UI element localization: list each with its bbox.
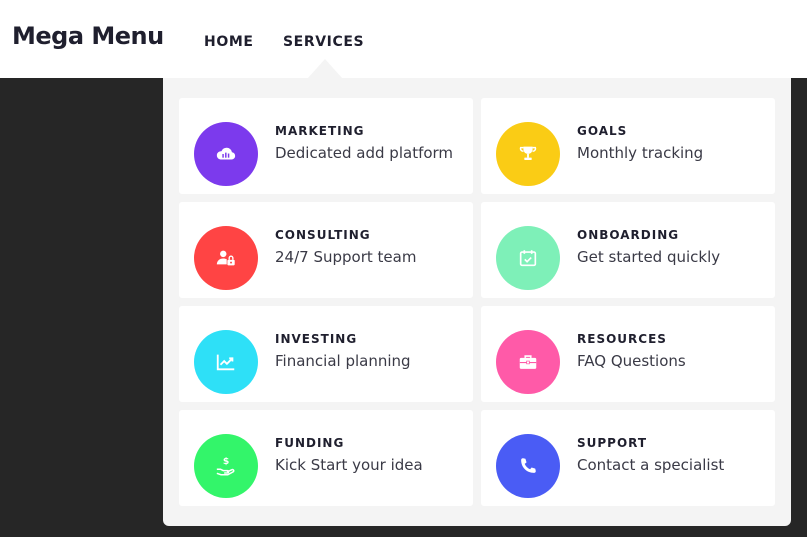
dropdown-caret xyxy=(308,59,342,78)
menu-item-marketing[interactable]: MARKETING Dedicated add platform xyxy=(179,98,473,194)
menu-item-resources[interactable]: RESOURCES FAQ Questions xyxy=(481,306,775,402)
menu-item-icon-bg xyxy=(194,330,258,394)
menu-item-title: FUNDING xyxy=(275,436,345,450)
menu-item-description: Dedicated add platform xyxy=(275,144,454,162)
menu-item-onboarding[interactable]: ONBOARDING Get started quickly xyxy=(481,202,775,298)
menu-item-title: INVESTING xyxy=(275,332,358,346)
svg-text:$: $ xyxy=(223,456,229,467)
menu-item-description: Financial planning xyxy=(275,352,411,370)
calendar-check-icon xyxy=(519,250,537,267)
menu-item-description: Kick Start your idea xyxy=(275,456,423,474)
menu-item-goals[interactable]: GOALS Monthly tracking xyxy=(481,98,775,194)
menu-item-icon-bg xyxy=(194,122,258,186)
menu-item-title: GOALS xyxy=(577,124,628,138)
menu-item-icon-bg xyxy=(496,122,560,186)
menu-item-investing[interactable]: INVESTING Financial planning xyxy=(179,306,473,402)
cloud-chart-icon xyxy=(216,147,236,160)
services-mega-menu: MARKETING Dedicated add platform GOALS M… xyxy=(163,78,791,526)
menu-item-icon-bg: $ xyxy=(194,434,258,498)
menu-item-description: Contact a specialist xyxy=(577,456,725,474)
brand-logo[interactable]: Mega Menu xyxy=(12,22,164,50)
menu-item-icon-bg xyxy=(496,330,560,394)
menu-item-description: Monthly tracking xyxy=(577,144,704,162)
trophy-icon xyxy=(519,146,537,160)
menu-item-description: Get started quickly xyxy=(577,248,721,266)
menu-item-funding[interactable]: $ FUNDING Kick Start your idea xyxy=(179,410,473,506)
menu-item-title: CONSULTING xyxy=(275,228,371,242)
menu-item-icon-bg xyxy=(194,226,258,290)
menu-item-icon-bg xyxy=(496,434,560,498)
navbar: Mega Menu HOME SERVICES xyxy=(0,0,807,78)
menu-item-title: ONBOARDING xyxy=(577,228,680,242)
hand-dollar-icon: $ xyxy=(216,456,235,476)
menu-item-description: 24/7 Support team xyxy=(275,248,417,266)
briefcase-icon xyxy=(519,355,537,369)
phone-icon xyxy=(521,458,536,473)
user-lock-icon xyxy=(216,250,235,266)
menu-item-support[interactable]: SUPPORT Contact a specialist xyxy=(481,410,775,506)
menu-item-description: FAQ Questions xyxy=(577,352,686,370)
nav-home-link[interactable]: HOME xyxy=(204,34,254,50)
menu-item-consulting[interactable]: CONSULTING 24/7 Support team xyxy=(179,202,473,298)
chart-line-icon xyxy=(216,354,235,371)
nav-services-link[interactable]: SERVICES xyxy=(283,34,364,50)
menu-item-title: RESOURCES xyxy=(577,332,667,346)
menu-item-icon-bg xyxy=(496,226,560,290)
menu-item-title: MARKETING xyxy=(275,124,365,138)
menu-item-title: SUPPORT xyxy=(577,436,648,450)
